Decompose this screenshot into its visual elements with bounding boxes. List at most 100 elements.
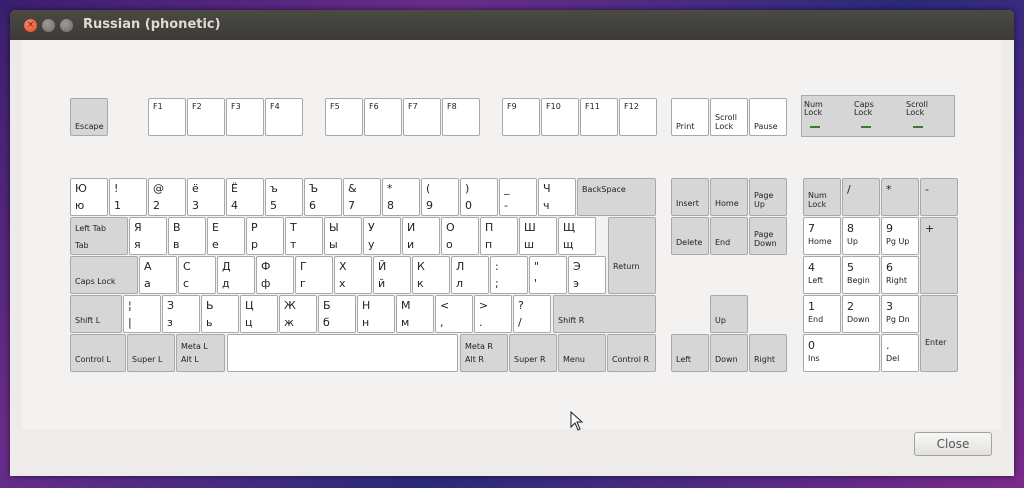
key-f11[interactable]: F11 — [580, 98, 618, 136]
key-return[interactable]: Return — [608, 217, 656, 294]
key-meta-alt-right[interactable]: Meta R Alt R — [460, 334, 508, 372]
row1-key[interactable]: ё3 — [187, 178, 225, 216]
close-button[interactable]: Close — [914, 432, 992, 456]
key-f1[interactable]: F1 — [148, 98, 186, 136]
key-down[interactable]: Down — [710, 334, 748, 372]
key-shift-right[interactable]: Shift R — [553, 295, 656, 333]
key-print[interactable]: Print — [671, 98, 709, 136]
row4-key[interactable]: Нн — [357, 295, 395, 333]
key-pause[interactable]: Pause — [749, 98, 787, 136]
key-left[interactable]: Left — [671, 334, 709, 372]
key-page-up[interactable]: Page Up — [749, 178, 787, 216]
row2-key[interactable]: Пп — [480, 217, 518, 255]
row3-key[interactable]: Ээ — [568, 256, 606, 294]
key-kp-6[interactable]: 6 Right — [881, 256, 919, 294]
row2-key[interactable]: Ии — [402, 217, 440, 255]
row1-key[interactable]: ) 0 — [460, 178, 498, 216]
row2-key[interactable]: Рр — [246, 217, 284, 255]
key-f5[interactable]: F5 — [325, 98, 363, 136]
row1-key[interactable]: Ё4 — [226, 178, 264, 216]
row3-key[interactable]: Гг — [295, 256, 333, 294]
row4-key[interactable]: Жж — [279, 295, 317, 333]
key-f4[interactable]: F4 — [265, 98, 303, 136]
row2-key[interactable]: Оо — [441, 217, 479, 255]
row1-key[interactable]: @2 — [148, 178, 186, 216]
key-kp-5[interactable]: 5 Begin — [842, 256, 880, 294]
row3-key[interactable]: Кк — [412, 256, 450, 294]
row1-key[interactable]: (9 — [421, 178, 459, 216]
row3-key[interactable]: Дд — [217, 256, 255, 294]
row4-key[interactable]: Ьь — [201, 295, 239, 333]
row2-key[interactable]: Щщ — [558, 217, 596, 255]
key-super-right[interactable]: Super R — [509, 334, 557, 372]
key-kp-3[interactable]: 3 Pg Dn — [881, 295, 919, 333]
key-kp-0[interactable]: 0 Ins — [803, 334, 880, 372]
row4-key[interactable]: ¦ | — [123, 295, 161, 333]
minimize-window-icon[interactable] — [42, 19, 55, 32]
key-menu[interactable]: Menu — [558, 334, 606, 372]
key-kp-minus[interactable]: - — [920, 178, 958, 216]
key-end[interactable]: End — [710, 217, 748, 255]
key-f2[interactable]: F2 — [187, 98, 225, 136]
row3-key[interactable]: :; — [490, 256, 528, 294]
row4-key[interactable]: Мм — [396, 295, 434, 333]
row4-key[interactable]: Бб — [318, 295, 356, 333]
key-right[interactable]: Right — [749, 334, 787, 372]
key-escape[interactable]: Escape — [70, 98, 108, 136]
key-f3[interactable]: F3 — [226, 98, 264, 136]
row4-key[interactable]: Зз — [162, 295, 200, 333]
key-kp-9[interactable]: 9 Pg Up — [881, 217, 919, 255]
row3-key[interactable]: " ' — [529, 256, 567, 294]
row4-key[interactable]: <, — [435, 295, 473, 333]
maximize-window-icon[interactable] — [60, 19, 73, 32]
row1-key[interactable]: Ъ6 — [304, 178, 342, 216]
key-num-lock[interactable]: Num Lock — [803, 178, 841, 216]
key-kp-8[interactable]: 8 Up — [842, 217, 880, 255]
key-insert[interactable]: Insert — [671, 178, 709, 216]
key-meta-alt-left[interactable]: Meta L Alt L — [176, 334, 225, 372]
key-kp-divide[interactable]: / — [842, 178, 880, 216]
row2-key[interactable]: Ее — [207, 217, 245, 255]
key-f8[interactable]: F8 — [442, 98, 480, 136]
row4-key[interactable]: Цц — [240, 295, 278, 333]
key-kp-dot[interactable]: . Del — [881, 334, 919, 372]
row3-key[interactable]: Хх — [334, 256, 372, 294]
key-f10[interactable]: F10 — [541, 98, 579, 136]
row2-key[interactable]: Тт — [285, 217, 323, 255]
row3-key[interactable]: Йй — [373, 256, 411, 294]
key-scroll-lock[interactable]: Scroll Lock — [710, 98, 748, 136]
key-kp-4[interactable]: 4 Left — [803, 256, 841, 294]
row2-key[interactable]: Ыы — [324, 217, 362, 255]
key-f7[interactable]: F7 — [403, 98, 441, 136]
key-f12[interactable]: F12 — [619, 98, 657, 136]
key-f6[interactable]: F6 — [364, 98, 402, 136]
key-control-right[interactable]: Control R — [607, 334, 656, 372]
row2-key[interactable]: Уу — [363, 217, 401, 255]
key-kp-2[interactable]: 2 Down — [842, 295, 880, 333]
row2-key[interactable]: Яя — [129, 217, 167, 255]
key-super-left[interactable]: Super L — [127, 334, 175, 372]
row1-key[interactable]: & 7 — [343, 178, 381, 216]
key-shift-left[interactable]: Shift L — [70, 295, 122, 333]
key-f9[interactable]: F9 — [502, 98, 540, 136]
key-control-left[interactable]: Control L — [70, 334, 126, 372]
row3-key[interactable]: Аа — [139, 256, 177, 294]
row1-key[interactable]: ъ5 — [265, 178, 303, 216]
row4-key[interactable]: >. — [474, 295, 512, 333]
row1-key[interactable]: ! 1 — [109, 178, 147, 216]
row1-key[interactable]: Юю — [70, 178, 108, 216]
key-space[interactable] — [227, 334, 458, 372]
key-kp-1[interactable]: 1 End — [803, 295, 841, 333]
close-window-icon[interactable]: × — [24, 19, 37, 32]
row1-key[interactable]: _ - — [499, 178, 537, 216]
key-caps-lock[interactable]: Caps Lock — [70, 256, 138, 294]
key-kp-7[interactable]: 7 Home — [803, 217, 841, 255]
key-tab[interactable]: Left Tab Tab — [70, 217, 128, 255]
row1-key[interactable]: * 8 — [382, 178, 420, 216]
row3-key[interactable]: Фф — [256, 256, 294, 294]
key-kp-plus[interactable]: + — [920, 217, 958, 294]
row2-key[interactable]: Шш — [519, 217, 557, 255]
key-kp-multiply[interactable]: * — [881, 178, 919, 216]
key-page-down[interactable]: Page Down — [749, 217, 787, 255]
key-up[interactable]: Up — [710, 295, 748, 333]
